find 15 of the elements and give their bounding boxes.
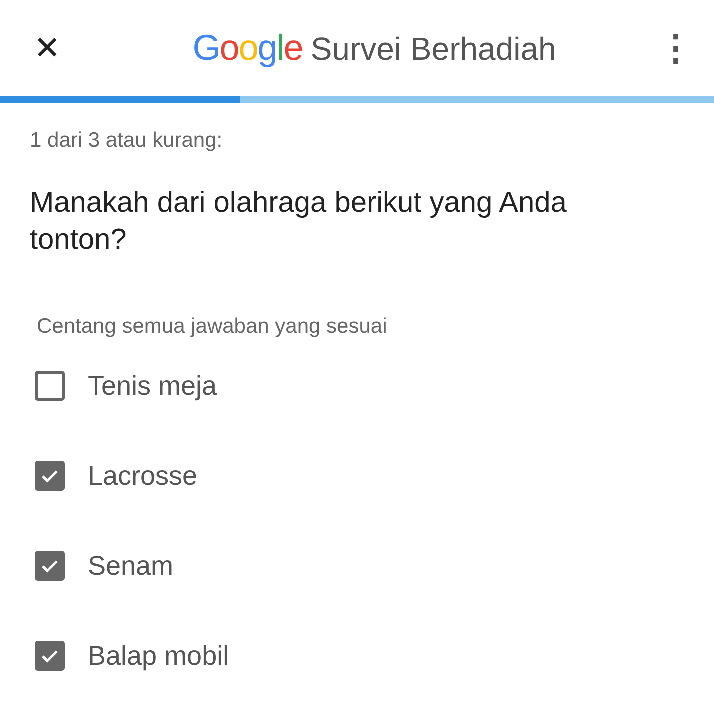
checkbox[interactable] xyxy=(35,371,65,401)
more-options-button[interactable]: ⋮ xyxy=(658,30,694,66)
option-label: Lacrosse xyxy=(88,460,198,492)
google-logo: Google xyxy=(192,27,303,69)
close-button[interactable]: ✕ xyxy=(34,32,61,64)
instruction-text: Centang semua jawaban yang sesuai xyxy=(37,315,388,339)
option-label: Tenis meja xyxy=(88,370,218,402)
checkbox[interactable] xyxy=(35,461,65,491)
question-text: Manakah dari olahraga berikut yang Anda tonton? xyxy=(30,186,568,258)
option-label: Senam xyxy=(88,550,174,582)
step-counter: 1 dari 3 atau kurang: xyxy=(30,129,224,153)
checkbox[interactable] xyxy=(35,641,65,671)
checkbox[interactable] xyxy=(35,551,65,581)
survey-title: Survei Berhadiah xyxy=(310,31,556,68)
option-label: Balap mobil xyxy=(88,640,230,672)
